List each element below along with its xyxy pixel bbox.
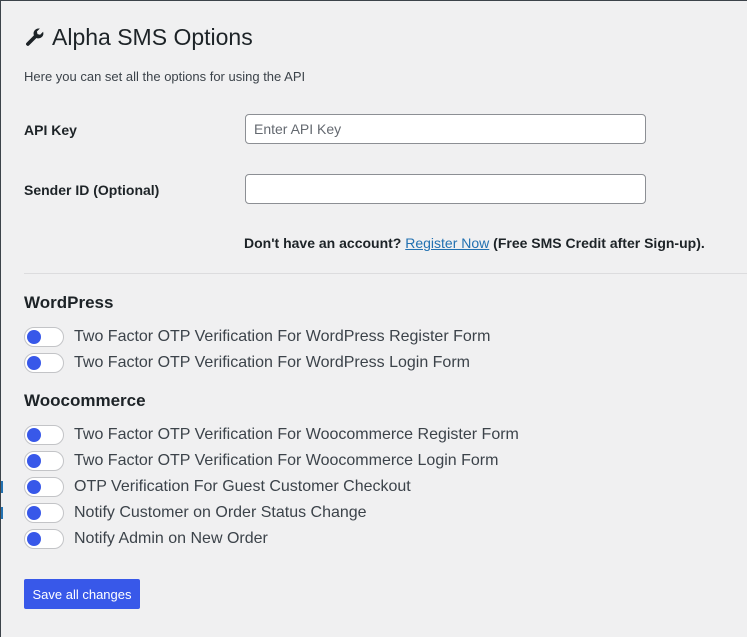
sender-id-input[interactable] [245, 174, 646, 204]
toggle-knob [27, 428, 41, 442]
toggle-switch[interactable] [24, 425, 64, 445]
api-key-input[interactable] [245, 114, 646, 144]
toggle-switch[interactable] [24, 451, 64, 471]
register-now-link[interactable]: Register Now [405, 235, 489, 251]
toggle-label: Two Factor OTP Verification For Woocomme… [74, 452, 499, 469]
toggle-knob [27, 532, 41, 546]
toggle-label: Two Factor OTP Verification For WordPres… [74, 354, 470, 371]
section-title-wordpress: WordPress [24, 293, 114, 312]
toggle-label: Two Factor OTP Verification For Woocomme… [74, 426, 519, 443]
toggle-label: Notify Admin on New Order [74, 530, 268, 547]
toggle-switch[interactable] [24, 503, 64, 523]
save-all-changes-button[interactable]: Save all changes [24, 579, 140, 609]
toggle-row: OTP Verification For Guest Customer Chec… [24, 477, 411, 497]
toggle-knob [27, 480, 41, 494]
toggle-switch[interactable] [24, 353, 64, 373]
toggle-row: Two Factor OTP Verification For WordPres… [24, 353, 470, 373]
toggle-row: Notify Admin on New Order [24, 529, 268, 549]
toggle-knob [27, 454, 41, 468]
toggle-knob [27, 330, 41, 344]
page-header: Alpha SMS Options [24, 23, 253, 51]
edge-marker [1, 481, 3, 493]
api-key-label: API Key [24, 122, 77, 138]
toggle-knob [27, 356, 41, 370]
toggle-row: Two Factor OTP Verification For Woocomme… [24, 451, 498, 471]
sender-id-label: Sender ID (Optional) [24, 182, 160, 198]
toggle-knob [27, 506, 41, 520]
page-title: Alpha SMS Options [52, 24, 253, 50]
wrench-icon [24, 26, 46, 48]
section-title-woocommerce: Woocommerce [24, 391, 146, 410]
account-note: Don't have an account? Register Now (Fre… [244, 235, 705, 251]
toggle-label: OTP Verification For Guest Customer Chec… [74, 478, 411, 495]
toggle-switch[interactable] [24, 529, 64, 549]
toggle-switch[interactable] [24, 327, 64, 347]
toggle-label: Notify Customer on Order Status Change [74, 504, 367, 521]
section-divider [24, 273, 747, 274]
account-note-suffix: (Free SMS Credit after Sign-up). [493, 235, 705, 251]
account-note-prefix: Don't have an account? [244, 235, 402, 251]
edge-marker [1, 507, 3, 519]
toggle-switch[interactable] [24, 477, 64, 497]
toggle-row: Two Factor OTP Verification For WordPres… [24, 327, 490, 347]
toggle-row: Two Factor OTP Verification For Woocomme… [24, 425, 519, 445]
toggle-row: Notify Customer on Order Status Change [24, 503, 367, 523]
options-panel: Alpha SMS Options Here you can set all t… [0, 0, 747, 637]
toggle-label: Two Factor OTP Verification For WordPres… [74, 328, 491, 345]
intro-text: Here you can set all the options for usi… [24, 69, 306, 84]
